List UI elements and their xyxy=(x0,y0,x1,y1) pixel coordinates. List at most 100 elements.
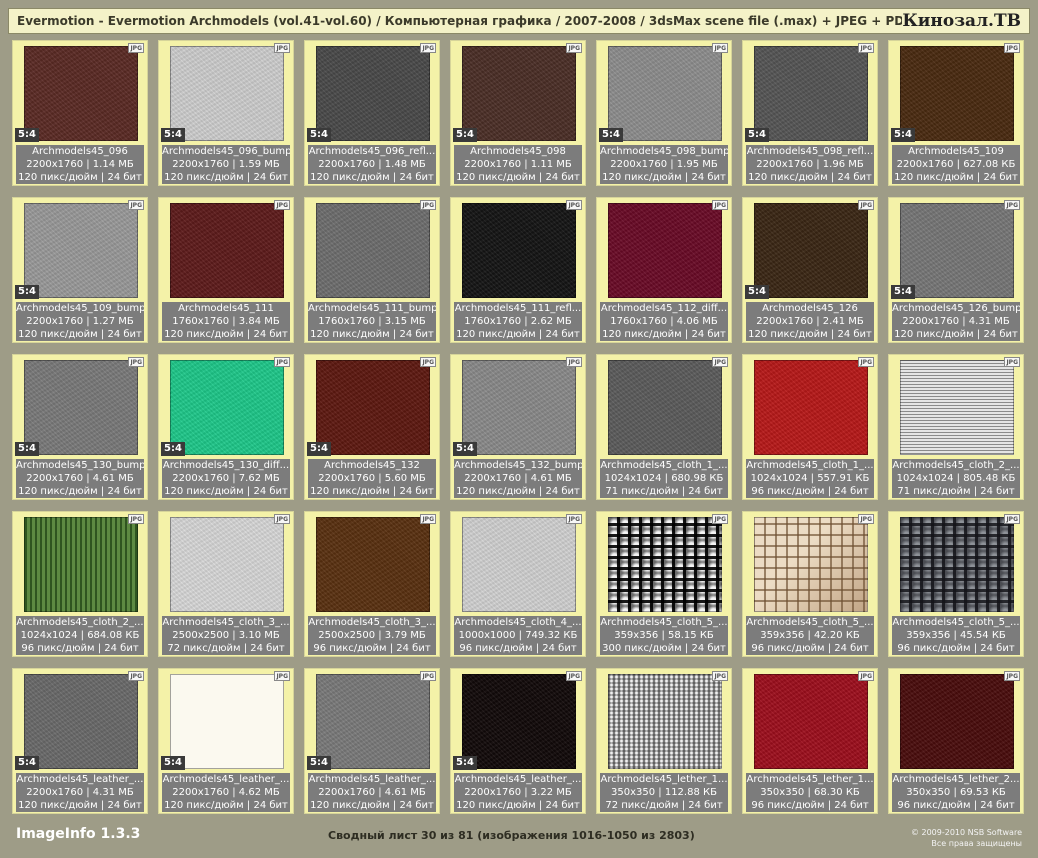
thumbnail-cell[interactable]: JPG Archmodels45_111 1760x1760 | 3.84 МБ 12… xyxy=(158,197,294,343)
texture-preview[interactable] xyxy=(316,203,430,298)
thumbnail-cell[interactable]: JPG Archmodels45_112_diff... 1760x1760 | 4… xyxy=(596,197,732,343)
texture-preview[interactable] xyxy=(900,203,1014,298)
file-size: 359x356 | 42.20 КБ xyxy=(760,630,860,641)
texture-preview[interactable] xyxy=(170,674,284,769)
file-meta: 120 пикс/дюйм | 24 бит xyxy=(602,172,726,183)
jpg-badge-icon: JPG xyxy=(712,357,728,367)
thumbnail-cell[interactable]: JPG Archmodels45_cloth_1_... 1024x1024 | 6… xyxy=(596,354,732,500)
texture-preview[interactable] xyxy=(608,203,722,298)
texture-preview[interactable] xyxy=(170,360,284,455)
thumbnail-cell[interactable]: JPG 5:4 Archmodels45_leather_... 2200x1760 … xyxy=(12,668,148,814)
thumbnail-cell[interactable]: JPG 5:4 Archmodels45_109_bump 2200x1760 | 1… xyxy=(12,197,148,343)
file-name: Archmodels45_126_bump xyxy=(892,303,1020,314)
texture-preview[interactable] xyxy=(316,674,430,769)
thumbnail-cell[interactable]: JPG 5:4 Archmodels45_130_diff... 2200x1760 … xyxy=(158,354,294,500)
texture-preview[interactable] xyxy=(316,46,430,141)
aspect-ratio-badge: 5:4 xyxy=(891,285,915,299)
thumbnail-cell[interactable]: JPG 5:4 Archmodels45_098_bump 2200x1760 | 1… xyxy=(596,40,732,186)
thumbnail-cell[interactable]: JPG 5:4 Archmodels45_096_refl... 2200x1760 … xyxy=(304,40,440,186)
thumbnail-cell[interactable]: JPG Archmodels45_111_refl... 1760x1760 | 2… xyxy=(450,197,586,343)
thumbnail-cell[interactable]: JPG Archmodels45_cloth_5_... 359x356 | 45.… xyxy=(888,511,1024,657)
texture-preview[interactable] xyxy=(608,674,722,769)
thumbnail-cell[interactable]: JPG 5:4 Archmodels45_132_bump 2200x1760 | 4… xyxy=(450,354,586,500)
file-size: 2200x1760 | 2.41 МБ xyxy=(756,316,864,327)
texture-preview[interactable] xyxy=(24,517,138,612)
texture-preview[interactable] xyxy=(754,46,868,141)
thumbnail-cell[interactable]: JPG 5:4 Archmodels45_leather_... 2200x1760 … xyxy=(450,668,586,814)
thumbnail-info: Archmodels45_leather_... 2200x1760 | 4.61… xyxy=(308,773,436,812)
file-size: 2200x1760 | 4.61 МБ xyxy=(464,473,572,484)
file-meta: 120 пикс/дюйм | 24 бит xyxy=(164,329,288,340)
texture-preview[interactable] xyxy=(608,360,722,455)
thumbnail-cell[interactable]: JPG Archmodels45_lether_1... 350x350 | 68.… xyxy=(742,668,878,814)
thumbnail-info: Archmodels45_cloth_3_... 2500x2500 | 3.10… xyxy=(162,616,290,655)
texture-preview[interactable] xyxy=(170,517,284,612)
thumbnail-cell[interactable]: JPG Archmodels45_cloth_2_... 1024x1024 | 8… xyxy=(888,354,1024,500)
texture-preview[interactable] xyxy=(754,203,868,298)
file-name: Archmodels45_cloth_3_... xyxy=(308,617,436,628)
file-size: 2200x1760 | 4.31 МБ xyxy=(26,787,134,798)
thumbnail-info: Archmodels45_126 2200x1760 | 2.41 МБ 120 п… xyxy=(746,302,874,341)
texture-preview[interactable] xyxy=(462,203,576,298)
thumbnail-cell[interactable]: JPG Archmodels45_cloth_3_... 2500x2500 | 3… xyxy=(158,511,294,657)
thumbnail-cell[interactable]: JPG Archmodels45_111_bump 1760x1760 | 3.15… xyxy=(304,197,440,343)
thumbnail-cell[interactable]: JPG 5:4 Archmodels45_098 2200x1760 | 1.11 М… xyxy=(450,40,586,186)
file-meta: 120 пикс/дюйм | 24 бит xyxy=(310,329,434,340)
aspect-ratio-badge: 5:4 xyxy=(745,285,769,299)
file-name: Archmodels45_096_bump xyxy=(162,146,290,157)
texture-preview[interactable] xyxy=(170,46,284,141)
texture-preview[interactable] xyxy=(462,674,576,769)
file-name: Archmodels45_098 xyxy=(470,146,566,157)
texture-preview[interactable] xyxy=(900,674,1014,769)
texture-preview[interactable] xyxy=(900,360,1014,455)
thumbnail-cell[interactable]: JPG 5:4 Archmodels45_126_bump 2200x1760 | 4… xyxy=(888,197,1024,343)
brand-logo: Кинозал.ТВ xyxy=(902,11,1021,31)
texture-preview[interactable] xyxy=(24,674,138,769)
texture-preview[interactable] xyxy=(316,517,430,612)
texture-preview[interactable] xyxy=(462,46,576,141)
thumbnail-cell[interactable]: JPG 5:4 Archmodels45_130_bump 2200x1760 | 4… xyxy=(12,354,148,500)
texture-preview[interactable] xyxy=(900,517,1014,612)
thumbnail-cell[interactable]: JPG Archmodels45_cloth_5_... 359x356 | 58.… xyxy=(596,511,732,657)
thumbnail-info: Archmodels45_cloth_4_... 1000x1000 | 749.… xyxy=(454,616,582,655)
thumbnail-cell[interactable]: JPG Archmodels45_cloth_1_... 1024x1024 | 5… xyxy=(742,354,878,500)
thumbnail-cell[interactable]: JPG 5:4 Archmodels45_109 2200x1760 | 627.08… xyxy=(888,40,1024,186)
thumbnail-cell[interactable]: JPG 5:4 Archmodels45_096 2200x1760 | 1.14 М… xyxy=(12,40,148,186)
file-size: 1760x1760 | 2.62 МБ xyxy=(464,316,572,327)
texture-preview[interactable] xyxy=(462,360,576,455)
aspect-ratio-badge: 5:4 xyxy=(891,128,915,142)
jpg-badge-icon: JPG xyxy=(566,671,582,681)
thumbnail-info: Archmodels45_cloth_3_... 2500x2500 | 3.79… xyxy=(308,616,436,655)
texture-preview[interactable] xyxy=(754,517,868,612)
jpg-badge-icon: JPG xyxy=(420,671,436,681)
thumbnail-cell[interactable]: JPG 5:4 Archmodels45_126 2200x1760 | 2.41 М… xyxy=(742,197,878,343)
texture-preview[interactable] xyxy=(754,360,868,455)
thumbnail-cell[interactable]: JPG Archmodels45_cloth_4_... 1000x1000 | 7… xyxy=(450,511,586,657)
texture-preview[interactable] xyxy=(462,517,576,612)
texture-preview[interactable] xyxy=(608,517,722,612)
thumbnail-cell[interactable]: JPG Archmodels45_lether_2... 350x350 | 69.… xyxy=(888,668,1024,814)
file-name: Archmodels45_leather_... xyxy=(162,774,290,785)
thumbnail-cell[interactable]: JPG 5:4 Archmodels45_132 2200x1760 | 5.60 М… xyxy=(304,354,440,500)
texture-preview[interactable] xyxy=(24,203,138,298)
texture-preview[interactable] xyxy=(608,46,722,141)
thumbnail-cell[interactable]: JPG Archmodels45_cloth_2_... 1024x1024 | 6… xyxy=(12,511,148,657)
texture-preview[interactable] xyxy=(24,46,138,141)
texture-preview[interactable] xyxy=(316,360,430,455)
thumbnail-cell[interactable]: JPG 5:4 Archmodels45_096_bump 2200x1760 | 1… xyxy=(158,40,294,186)
file-size: 359x356 | 45.54 КБ xyxy=(906,630,1006,641)
aspect-ratio-badge: 5:4 xyxy=(453,128,477,142)
thumbnail-cell[interactable]: JPG 5:4 Archmodels45_leather_... 2200x1760 … xyxy=(304,668,440,814)
thumbnail-cell[interactable]: JPG Archmodels45_cloth_5_... 359x356 | 42.… xyxy=(742,511,878,657)
file-size: 1024x1024 | 557.91 КБ xyxy=(750,473,870,484)
texture-preview[interactable] xyxy=(900,46,1014,141)
thumbnail-cell[interactable]: JPG Archmodels45_lether_1... 350x350 | 112… xyxy=(596,668,732,814)
texture-preview[interactable] xyxy=(754,674,868,769)
aspect-ratio-badge: 5:4 xyxy=(161,756,185,770)
thumbnail-cell[interactable]: JPG 5:4 Archmodels45_098_refl... 2200x1760 … xyxy=(742,40,878,186)
thumbnail-info: Archmodels45_cloth_1_... 1024x1024 | 557.… xyxy=(746,459,874,498)
texture-preview[interactable] xyxy=(24,360,138,455)
thumbnail-cell[interactable]: JPG 5:4 Archmodels45_leather_... 2200x1760 … xyxy=(158,668,294,814)
texture-preview[interactable] xyxy=(170,203,284,298)
thumbnail-cell[interactable]: JPG Archmodels45_cloth_3_... 2500x2500 | 3… xyxy=(304,511,440,657)
